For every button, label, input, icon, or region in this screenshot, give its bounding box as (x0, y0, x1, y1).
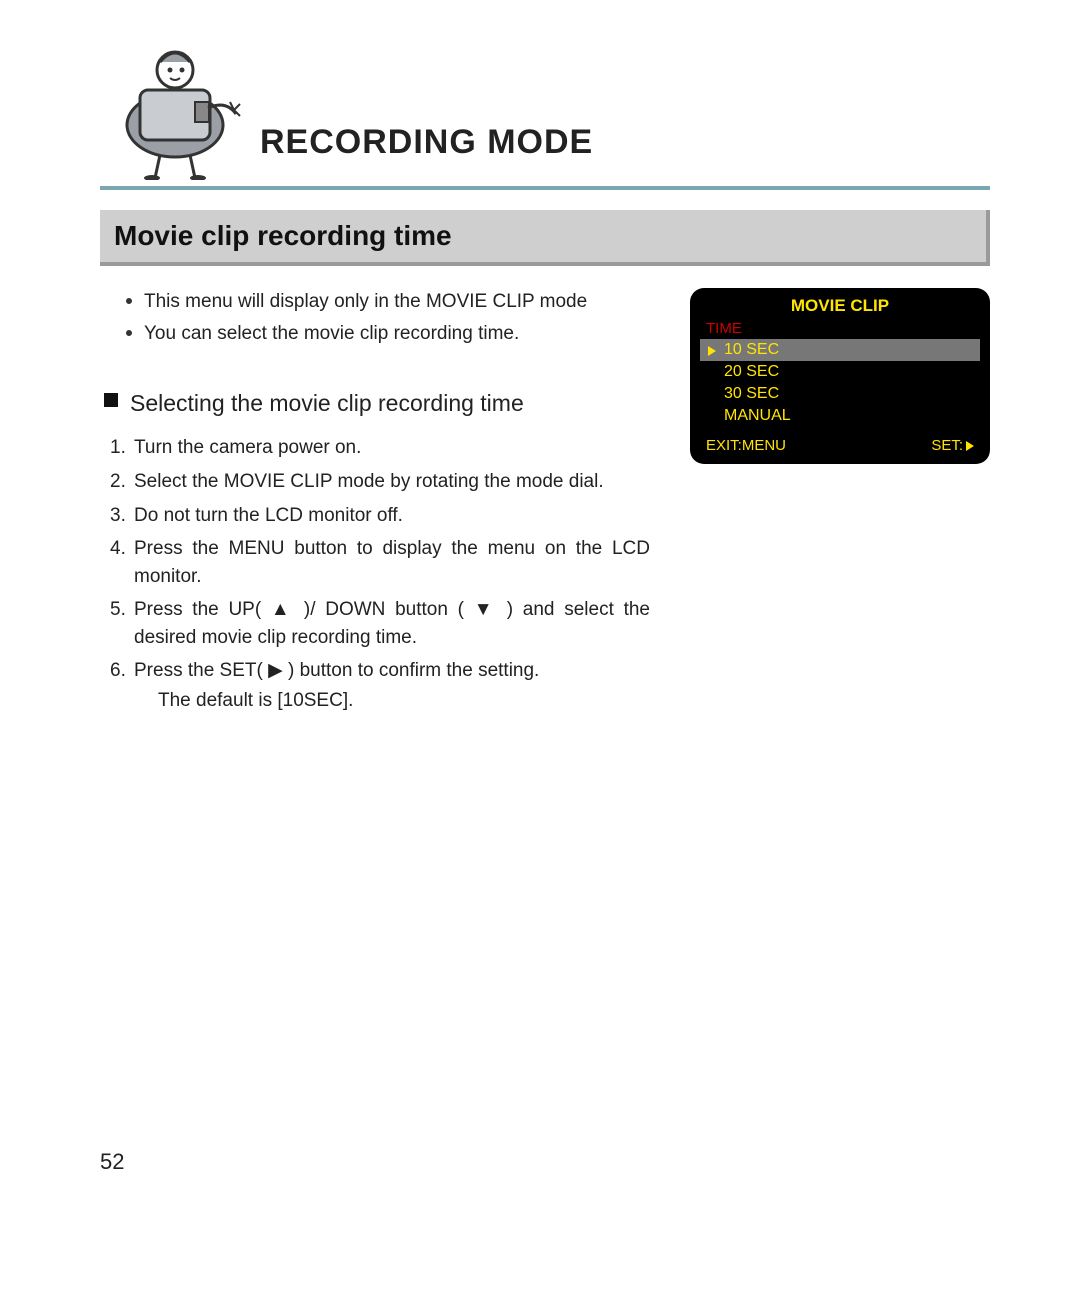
chapter-header: RECORDING MODE (100, 30, 990, 190)
lcd-option: MANUAL (700, 405, 980, 427)
step-item: Press the UP( ▲ )/ DOWN button ( ▼ ) and… (110, 596, 650, 651)
lcd-screenshot: MOVIE CLIP TIME 10 SEC 20 SEC 30 SEC MAN… (690, 288, 990, 464)
lcd-option: 20 SEC (700, 361, 980, 383)
step-item: Press the MENU button to display the men… (110, 535, 650, 590)
step-extra-line: The default is [10SEC]. (134, 687, 650, 715)
bullet-item: This menu will display only in the MOVIE… (130, 288, 650, 316)
lcd-footer-exit: EXIT:MENU (706, 437, 786, 454)
intro-bullets: This menu will display only in the MOVIE… (100, 288, 650, 347)
bullet-item: You can select the movie clip recording … (130, 320, 650, 348)
chapter-title: RECORDING MODE (260, 123, 593, 180)
step-item: Press the SET( ▶ ) button to confirm the… (110, 657, 650, 714)
step-item: Turn the camera power on. (110, 434, 650, 462)
lcd-menu-label: TIME (700, 320, 980, 337)
step-item: Select the MOVIE CLIP mode by rotating t… (110, 468, 650, 496)
lcd-footer: EXIT:MENU SET: (700, 437, 980, 454)
step-item: Do not turn the LCD monitor off. (110, 502, 650, 530)
mascot-illustration (100, 30, 250, 180)
triangle-right-icon (966, 441, 974, 451)
section-title-bar: Movie clip recording time (100, 210, 990, 266)
page-number: 52 (100, 1149, 124, 1175)
step-text: Press the SET( ▶ ) button to confirm the… (134, 660, 539, 681)
body-text-column: This menu will display only in the MOVIE… (100, 288, 650, 720)
lcd-option: 30 SEC (700, 383, 980, 405)
lcd-option-selected: 10 SEC (700, 339, 980, 361)
lcd-option-list: 10 SEC 20 SEC 30 SEC MANUAL (700, 339, 980, 427)
subsection-heading: Selecting the movie clip recording time (100, 387, 650, 420)
lcd-footer-set: SET: (931, 437, 974, 454)
instruction-steps: Turn the camera power on. Select the MOV… (100, 434, 650, 714)
lcd-screen-title: MOVIE CLIP (700, 296, 980, 316)
